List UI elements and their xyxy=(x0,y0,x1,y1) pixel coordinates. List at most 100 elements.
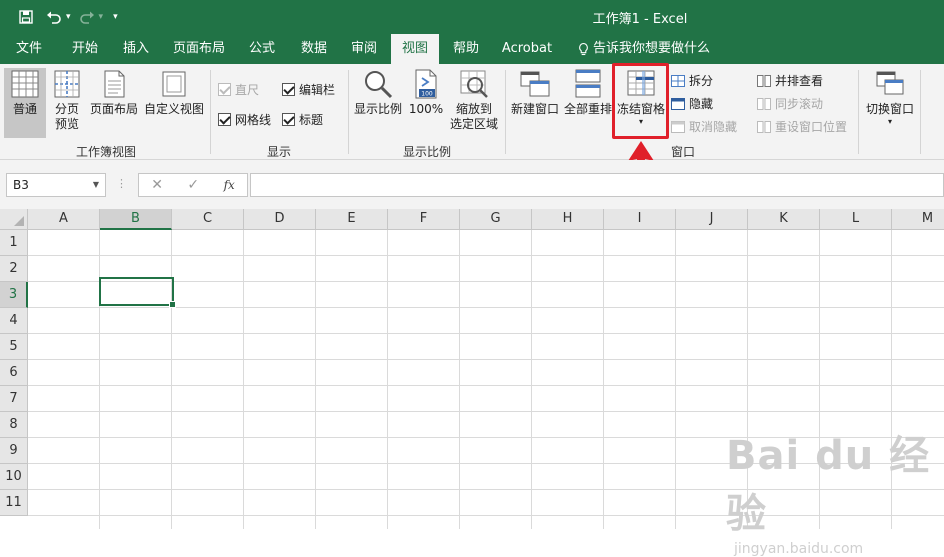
tab-page-layout[interactable]: 页面布局 xyxy=(168,34,230,64)
zoom-100-icon-text: 100 xyxy=(421,91,433,98)
switch-windows-icon xyxy=(876,71,904,95)
row-header-7[interactable]: 7 xyxy=(0,386,28,412)
arrange-all-button[interactable]: 全部重排 xyxy=(562,68,614,138)
tab-formulas[interactable]: 公式 xyxy=(238,34,286,64)
column-header-l[interactable]: L xyxy=(820,209,892,230)
row-header-9[interactable]: 9 xyxy=(0,438,28,464)
magnifier-icon xyxy=(365,71,393,99)
side-by-side-icon xyxy=(757,74,771,87)
name-box[interactable]: B3 ▼ xyxy=(6,173,106,197)
cancel-icon[interactable]: ✕ xyxy=(151,177,163,193)
formula-input[interactable] xyxy=(250,173,944,197)
page-layout-view-button[interactable]: 页面布局 xyxy=(88,68,140,138)
switch-windows-button[interactable]: 切换窗口 ▾ xyxy=(862,68,918,138)
split-button[interactable]: 拆分 xyxy=(671,72,713,89)
save-button[interactable] xyxy=(14,6,38,28)
column-header-c[interactable]: C xyxy=(172,209,244,230)
ribbon-view: 普通 分页 预览 页面布局 自定义视图 工作簿视图 直尺 编辑栏 网格线 标题 … xyxy=(0,64,944,160)
customize-qat-icon[interactable]: ▾ xyxy=(113,12,118,22)
gridlines-checkbox[interactable]: 网格线 xyxy=(218,111,271,128)
custom-views-button[interactable]: 自定义视图 xyxy=(142,68,206,138)
group-label-window: 窗口 xyxy=(670,145,695,159)
headings-checkbox[interactable]: 标题 xyxy=(282,111,323,128)
row-header-3[interactable]: 3 xyxy=(0,282,28,308)
more-icon: ⋮ xyxy=(116,177,127,190)
column-header-j[interactable]: J xyxy=(676,209,748,230)
column-header-k[interactable]: K xyxy=(748,209,820,230)
tab-insert[interactable]: 插入 xyxy=(112,34,160,64)
tab-file[interactable]: 文件 xyxy=(6,34,52,64)
tell-me-label: 告诉我你想要做什么 xyxy=(592,41,710,56)
enter-icon[interactable]: ✓ xyxy=(187,177,199,193)
row-header-10[interactable]: 10 xyxy=(0,464,28,490)
formula-bar-checkbox[interactable]: 编辑栏 xyxy=(282,81,335,98)
arrange-all-icon xyxy=(575,69,601,98)
row-header-4[interactable]: 4 xyxy=(0,308,28,334)
group-label-workbook-views: 工作簿视图 xyxy=(75,145,136,159)
chevron-down-icon[interactable]: ▾ xyxy=(99,12,104,22)
undo-button[interactable] xyxy=(42,6,66,28)
tab-data[interactable]: 数据 xyxy=(290,34,338,64)
column-header-b[interactable]: B xyxy=(100,209,172,230)
row-header-6[interactable]: 6 xyxy=(0,360,28,386)
insert-function-icon[interactable]: fx xyxy=(224,178,235,192)
column-header-a[interactable]: A xyxy=(28,209,100,230)
tab-home[interactable]: 开始 xyxy=(60,34,110,64)
hide-button[interactable]: 隐藏 xyxy=(671,95,713,112)
checkbox-icon xyxy=(218,113,231,126)
row-header-11[interactable]: 11 xyxy=(0,490,28,516)
normal-view-icon xyxy=(11,70,39,98)
tell-me-search[interactable]: 告诉我你想要做什么 xyxy=(578,34,710,64)
new-window-icon xyxy=(520,71,550,97)
ribbon-tabs: 文件 开始 插入 页面布局 公式 数据 审阅 视图 帮助 Acrobat 告诉我… xyxy=(0,34,944,64)
column-header-d[interactable]: D xyxy=(244,209,316,230)
lightbulb-icon xyxy=(579,42,588,56)
group-divider xyxy=(210,70,211,154)
unhide-icon xyxy=(671,120,685,133)
redo-icon xyxy=(79,11,94,24)
chevron-down-icon: ▾ xyxy=(887,117,892,126)
column-header-h[interactable]: H xyxy=(532,209,604,230)
tab-view[interactable]: 视图 xyxy=(391,34,439,64)
synchronous-scrolling-button[interactable]: 同步滚动 xyxy=(757,95,823,112)
normal-view-button[interactable]: 普通 xyxy=(4,68,46,138)
formula-bar: B3 ▼ ⋮ ✕ ✓ fx xyxy=(0,160,944,209)
chevron-down-icon[interactable]: ▼ xyxy=(93,174,99,196)
select-all-corner[interactable] xyxy=(0,209,28,230)
new-window-button[interactable]: 新建窗口 xyxy=(508,68,562,138)
sync-scroll-icon xyxy=(757,97,771,110)
column-header-f[interactable]: F xyxy=(388,209,460,230)
row-header-1[interactable]: 1 xyxy=(0,230,28,256)
redo-button[interactable] xyxy=(75,6,99,28)
column-header-g[interactable]: G xyxy=(460,209,532,230)
zoom-100-button[interactable]: 100 100% xyxy=(406,68,446,138)
tab-help[interactable]: 帮助 xyxy=(442,34,490,64)
zoom-selection-icon xyxy=(460,70,488,98)
watermark-line2: jingyan.baidu.com xyxy=(734,541,864,557)
chevron-down-icon[interactable]: ▾ xyxy=(66,12,71,22)
row-header-2[interactable]: 2 xyxy=(0,256,28,282)
row-header-8[interactable]: 8 xyxy=(0,412,28,438)
tab-review[interactable]: 审阅 xyxy=(340,34,388,64)
page-break-preview-button[interactable]: 分页 预览 xyxy=(48,68,86,138)
tab-acrobat[interactable]: Acrobat xyxy=(496,34,558,64)
column-header-m[interactable]: M xyxy=(892,209,944,230)
save-icon xyxy=(19,10,33,24)
reset-window-position-button[interactable]: 重设窗口位置 xyxy=(757,118,847,135)
formula-buttons: ✕ ✓ fx xyxy=(138,173,248,197)
baidu-watermark: Bai du 经验 jingyan.baidu.com xyxy=(726,423,936,557)
ruler-checkbox[interactable]: 直尺 xyxy=(218,81,259,98)
column-header-i[interactable]: I xyxy=(604,209,676,230)
page-break-icon xyxy=(54,70,80,98)
hide-icon xyxy=(671,97,685,110)
group-label-zoom: 显示比例 xyxy=(402,145,451,159)
view-side-by-side-button[interactable]: 并排查看 xyxy=(757,72,823,89)
column-header-e[interactable]: E xyxy=(316,209,388,230)
active-cell-b3[interactable] xyxy=(99,277,176,308)
unhide-button[interactable]: 取消隐藏 xyxy=(671,118,737,135)
row-header-5[interactable]: 5 xyxy=(0,334,28,360)
zoom-to-selection-button[interactable]: 缩放到 选定区域 xyxy=(448,68,500,138)
group-divider xyxy=(348,70,349,154)
zoom-button[interactable]: 显示比例 xyxy=(352,68,404,138)
group-divider xyxy=(920,70,921,154)
